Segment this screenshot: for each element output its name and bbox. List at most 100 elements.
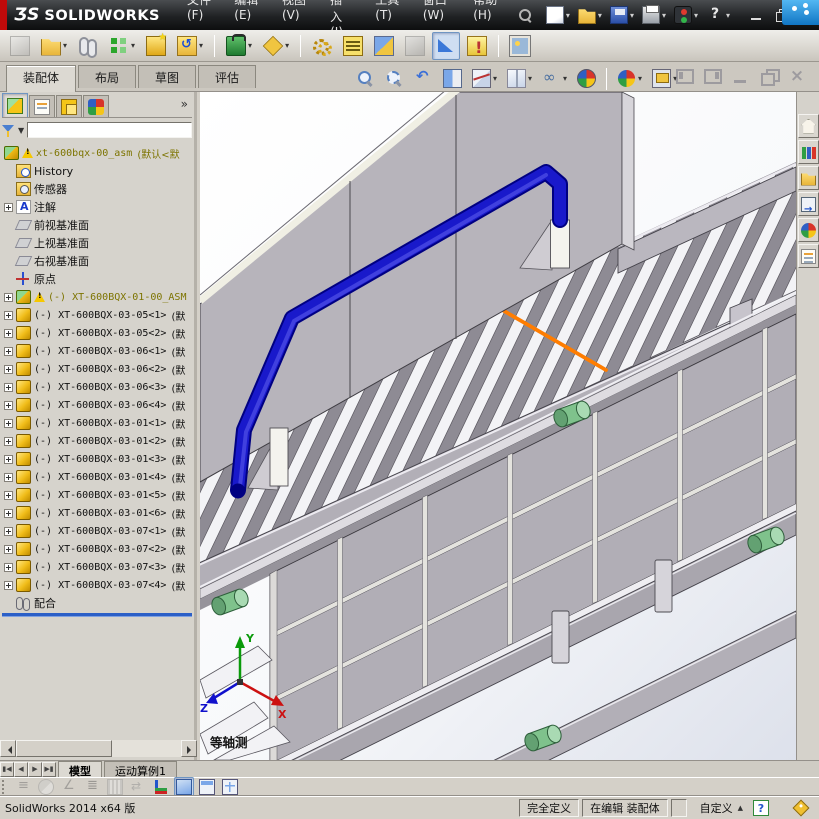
- split-view-button[interactable]: [197, 777, 217, 797]
- tree-item-component[interactable]: (-) XT-600BQX-03-01<6> (默: [0, 504, 194, 522]
- expand-icon[interactable]: [4, 472, 13, 482]
- appearance-bars-button[interactable]: [82, 777, 102, 797]
- instant3d-button[interactable]: [432, 31, 461, 60]
- expand-icon[interactable]: [4, 436, 13, 446]
- tree-item-component[interactable]: (-) XT-600BQX-01-00_ASM: [0, 288, 194, 306]
- zoom-area-button[interactable]: [381, 65, 408, 92]
- expand-icon[interactable]: [4, 508, 13, 518]
- tree-item-component[interactable]: (-) XT-600BQX-03-07<4> (默: [0, 576, 194, 594]
- grid-view-button[interactable]: [220, 777, 240, 797]
- help-button[interactable]: [703, 4, 733, 26]
- scroll-left-button[interactable]: [0, 740, 16, 757]
- open-part-button[interactable]: [37, 32, 71, 60]
- expand-icon[interactable]: [4, 292, 13, 302]
- expand-icon[interactable]: [4, 544, 13, 554]
- search-pin-icon[interactable]: [517, 7, 531, 23]
- reference-geometry-button[interactable]: [259, 32, 293, 60]
- command-tab[interactable]: 布局: [78, 65, 137, 88]
- screen-capture-button[interactable]: [506, 32, 534, 60]
- tree-item-component[interactable]: (-) XT-600BQX-03-01<3> (默: [0, 450, 194, 468]
- expand-icon[interactable]: [4, 202, 13, 212]
- custom-properties-button[interactable]: [798, 244, 819, 268]
- tree-item-component[interactable]: (-) XT-600BQX-03-01<2> (默: [0, 432, 194, 450]
- view-orientation-button[interactable]: [468, 65, 501, 92]
- tag-icon[interactable]: [792, 799, 810, 816]
- tree-item-mates[interactable]: 配合: [0, 594, 194, 612]
- open-button[interactable]: [575, 4, 605, 26]
- dims-button[interactable]: [105, 777, 125, 797]
- shaded-view-button[interactable]: [174, 776, 194, 797]
- tree-horizontal-scrollbar[interactable]: [0, 740, 197, 757]
- assembly-features-button[interactable]: [222, 32, 256, 60]
- prop-mgr-tab[interactable]: [29, 95, 55, 117]
- expand-icon[interactable]: [4, 364, 13, 374]
- expand-icon[interactable]: [4, 562, 13, 572]
- command-tab[interactable]: 草图: [138, 65, 197, 88]
- compare-button[interactable]: [128, 777, 148, 797]
- axes-tool-button[interactable]: [151, 777, 171, 797]
- scroll-right-button[interactable]: [181, 740, 197, 757]
- tree-item[interactable]: History: [0, 162, 194, 180]
- tree-item[interactable]: 上视基准面: [0, 234, 194, 252]
- pane-left-button[interactable]: [675, 68, 695, 85]
- mate-button[interactable]: [74, 32, 102, 60]
- view-palette-button[interactable]: [798, 192, 819, 216]
- zoom-fit-button[interactable]: [352, 65, 379, 92]
- tree-item[interactable]: 注解: [0, 198, 194, 216]
- tree-filter-input[interactable]: [27, 122, 192, 138]
- tree-item-component[interactable]: (-) XT-600BQX-03-07<1> (默: [0, 522, 194, 540]
- doc-minimize-button[interactable]: [731, 68, 751, 85]
- cfg-mgr-tab[interactable]: [56, 95, 82, 117]
- tree-item[interactable]: 前视基准面: [0, 216, 194, 234]
- chevron-expand-icon[interactable]: »: [181, 97, 188, 111]
- tree-item-component[interactable]: (-) XT-600BQX-03-01<4> (默: [0, 468, 194, 486]
- scrollbar-thumb[interactable]: [16, 740, 112, 757]
- explode-line-sketch-button[interactable]: [401, 32, 429, 60]
- design-library-button[interactable]: [798, 140, 819, 164]
- new-button[interactable]: [543, 4, 573, 26]
- tree-item-component[interactable]: (-) XT-600BQX-03-06<4> (默: [0, 396, 194, 414]
- tree-item-component[interactable]: (-) XT-600BQX-03-05<1> (默: [0, 306, 194, 324]
- save-button[interactable]: [607, 4, 637, 26]
- tree-item-component[interactable]: (-) XT-600BQX-03-07<3> (默: [0, 558, 194, 576]
- disp-mgr-tab[interactable]: [83, 95, 109, 117]
- expand-icon[interactable]: [4, 454, 13, 464]
- edit-appearance-button[interactable]: [573, 65, 600, 92]
- move-component-button[interactable]: [173, 32, 207, 60]
- minimize-button[interactable]: [747, 7, 767, 23]
- expand-icon[interactable]: [4, 400, 13, 410]
- tree-item-component[interactable]: (-) XT-600BQX-03-01<5> (默: [0, 486, 194, 504]
- hide-show-button[interactable]: [538, 65, 571, 92]
- measure-tool-button[interactable]: [59, 777, 79, 797]
- tree-item-component[interactable]: (-) XT-600BQX-03-05<2> (默: [0, 324, 194, 342]
- status-help-button[interactable]: ?: [753, 799, 769, 816]
- update-holders-button[interactable]: [463, 32, 491, 60]
- custom-dropdown[interactable]: 自定义 ▲: [700, 800, 743, 816]
- tree-item-component[interactable]: (-) XT-600BQX-03-06<3> (默: [0, 378, 194, 396]
- section-tool-button[interactable]: [36, 777, 56, 797]
- scene-button[interactable]: [613, 65, 646, 92]
- pane-right-button[interactable]: [703, 68, 723, 85]
- tab-nav-button[interactable]: ▮◀: [0, 762, 14, 777]
- filter-funnel-icon[interactable]: [2, 124, 15, 137]
- tree-item[interactable]: 原点: [0, 270, 194, 288]
- tree-item[interactable]: 传感器: [0, 180, 194, 198]
- rollback-bar[interactable]: [2, 613, 192, 616]
- options-button[interactable]: [671, 4, 701, 26]
- wall-foot[interactable]: [551, 610, 570, 664]
- tree-item[interactable]: 右视基准面: [0, 252, 194, 270]
- previous-view-button[interactable]: [410, 65, 437, 92]
- expand-icon[interactable]: [4, 328, 13, 338]
- fm-tree-tab[interactable]: [2, 93, 28, 117]
- expand-icon[interactable]: [4, 490, 13, 500]
- overlay-badge-icon[interactable]: [782, 0, 819, 25]
- display-style-button[interactable]: [503, 65, 536, 92]
- bill-of-materials-button[interactable]: [339, 32, 367, 60]
- toolbar-grip[interactable]: [2, 779, 7, 794]
- tab-nav-button[interactable]: ◀: [14, 762, 28, 777]
- expand-icon[interactable]: [4, 382, 13, 392]
- expand-icon[interactable]: [4, 580, 13, 590]
- tab-nav-button[interactable]: ▶▮: [42, 762, 56, 777]
- motion-gears-button[interactable]: [308, 32, 336, 60]
- insert-component-button[interactable]: [6, 32, 34, 60]
